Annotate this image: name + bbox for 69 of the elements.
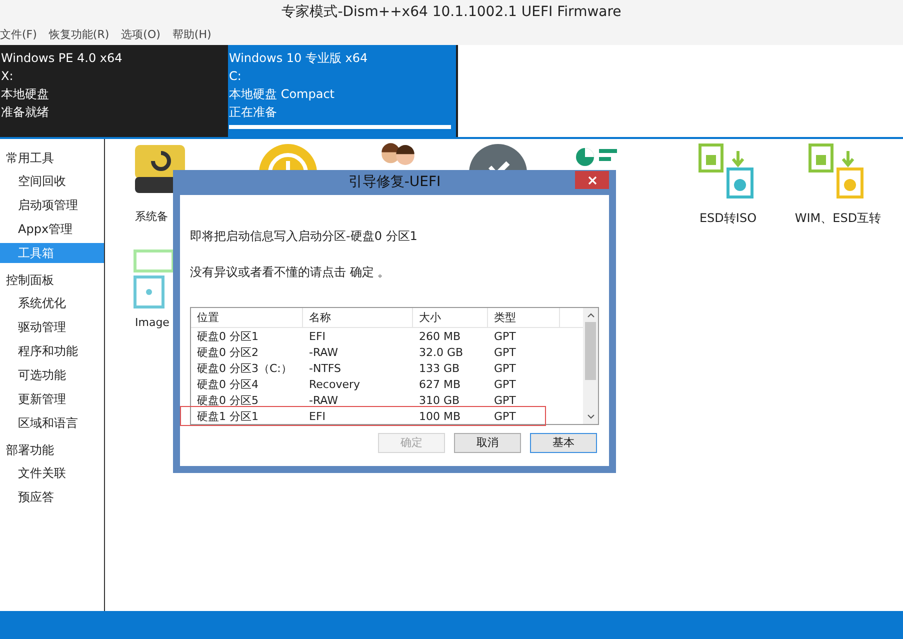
sidebar-item[interactable]: 预应答	[0, 487, 104, 507]
table-cell-text: -RAW	[308, 346, 339, 358]
dialog-message: 即将把启动信息写入启动分区-硬盘0 分区1	[190, 228, 418, 245]
table-cell-text: EFI	[308, 330, 327, 342]
dialog-note: 没有异议或者看不懂的请点击 确定 。	[190, 264, 391, 281]
image-info-text: C:	[229, 69, 242, 84]
sidebar-item[interactable]: 更新管理	[0, 389, 104, 409]
table-cell-text: GPT	[493, 410, 517, 422]
table-cell-text: 硬盘1 分区1	[196, 410, 260, 422]
dialog-button[interactable]: 基本	[530, 433, 597, 453]
sidebar-group[interactable]: 常用工具	[0, 149, 104, 171]
column-header[interactable]: 位置	[191, 308, 303, 327]
scrollbar-thumb[interactable]	[585, 322, 596, 380]
tool-label[interactable]: WIM、ESD互转	[794, 209, 882, 227]
table-cell-text: GPT	[493, 330, 517, 342]
sidebar-item[interactable]: 系统优化	[0, 293, 104, 313]
image-info-text: 本地硬盘	[1, 87, 50, 102]
table-cell-text: GPT	[493, 394, 517, 406]
table-cell-text: 硬盘0 分区5	[196, 394, 260, 406]
table-cell-text: 硬盘0 分区1	[196, 330, 260, 342]
image-info-text: 本地硬盘 Compact	[229, 87, 336, 102]
menu-item[interactable]: 文件(F)	[0, 26, 37, 44]
tool-label[interactable]: ESD转ISO	[699, 209, 757, 227]
system-image-tile[interactable]: Windows 10 专业版 x64 C: 本地硬盘 Compact 正在准备	[228, 45, 456, 137]
sidebar-item[interactable]: 可选功能	[0, 365, 104, 385]
window-title: 专家模式-Dism++x64 10.1.1002.1 UEFI Firmware	[282, 3, 622, 22]
table-cell-text: 627 MB	[418, 378, 462, 390]
tool-label[interactable]: 系统备	[133, 209, 168, 226]
image-info-text: 正在准备	[229, 105, 278, 120]
close-button[interactable]	[575, 171, 609, 189]
image-info-text: 准备就绪	[1, 105, 50, 120]
table-cell-text: 100 MB	[418, 410, 462, 422]
table-cell-text: Recovery	[308, 378, 362, 390]
column-header[interactable]: 名称	[303, 308, 413, 327]
table-cell-text: 硬盘0 分区2	[196, 346, 260, 358]
table-cell-text: 硬盘0 分区4	[196, 378, 260, 390]
sidebar-item[interactable]: 程序和功能	[0, 341, 104, 361]
sidebar-item[interactable]: 文件关联	[0, 463, 104, 483]
image-info-text: Windows 10 专业版 x64	[229, 51, 369, 66]
sidebar-item[interactable]: 空间回收	[0, 171, 104, 191]
sidebar-item[interactable]: Appx管理	[0, 219, 104, 239]
table-cell-text: GPT	[493, 378, 517, 390]
table-cell-text: 133 GB	[418, 362, 461, 374]
image-file-icon	[133, 249, 173, 309]
table-cell-text: 260 MB	[418, 330, 462, 342]
sidebar-group[interactable]: 控制面板	[0, 271, 104, 293]
dialog-title: 引导修复-UEFI	[348, 173, 441, 192]
close-icon	[588, 176, 596, 184]
table-cell-text: GPT	[493, 346, 517, 358]
menu-item[interactable]: 恢复功能(R)	[48, 26, 110, 44]
menu-item[interactable]: 选项(O)	[121, 26, 160, 44]
table-cell-text: -NTFS	[308, 362, 342, 374]
dialog-button[interactable]: 取消	[454, 433, 521, 453]
table-cell-text: 32.0 GB	[418, 346, 464, 358]
sidebar-group[interactable]: 部署功能	[0, 441, 104, 463]
menu-item[interactable]: 帮助(H)	[172, 26, 212, 44]
table-cell-text: EFI	[308, 410, 327, 422]
column-header[interactable]: 大小	[413, 308, 488, 327]
sidebar-item[interactable]: 区域和语言	[0, 413, 104, 433]
image-info-text: Windows PE 4.0 x64	[1, 51, 124, 66]
table-cell-text: 硬盘0 分区3（C:）	[196, 362, 293, 374]
sidebar-item[interactable]: 启动项管理	[0, 195, 104, 215]
table-cell-text: 310 GB	[418, 394, 461, 406]
tool-label[interactable]: Image	[133, 315, 170, 332]
sidebar-item[interactable]: 驱动管理	[0, 317, 104, 337]
table-cell-text: GPT	[493, 362, 517, 374]
column-header[interactable]: 类型	[488, 308, 560, 327]
table-cell-text: -RAW	[308, 394, 339, 406]
image-info-text: X:	[1, 69, 14, 84]
